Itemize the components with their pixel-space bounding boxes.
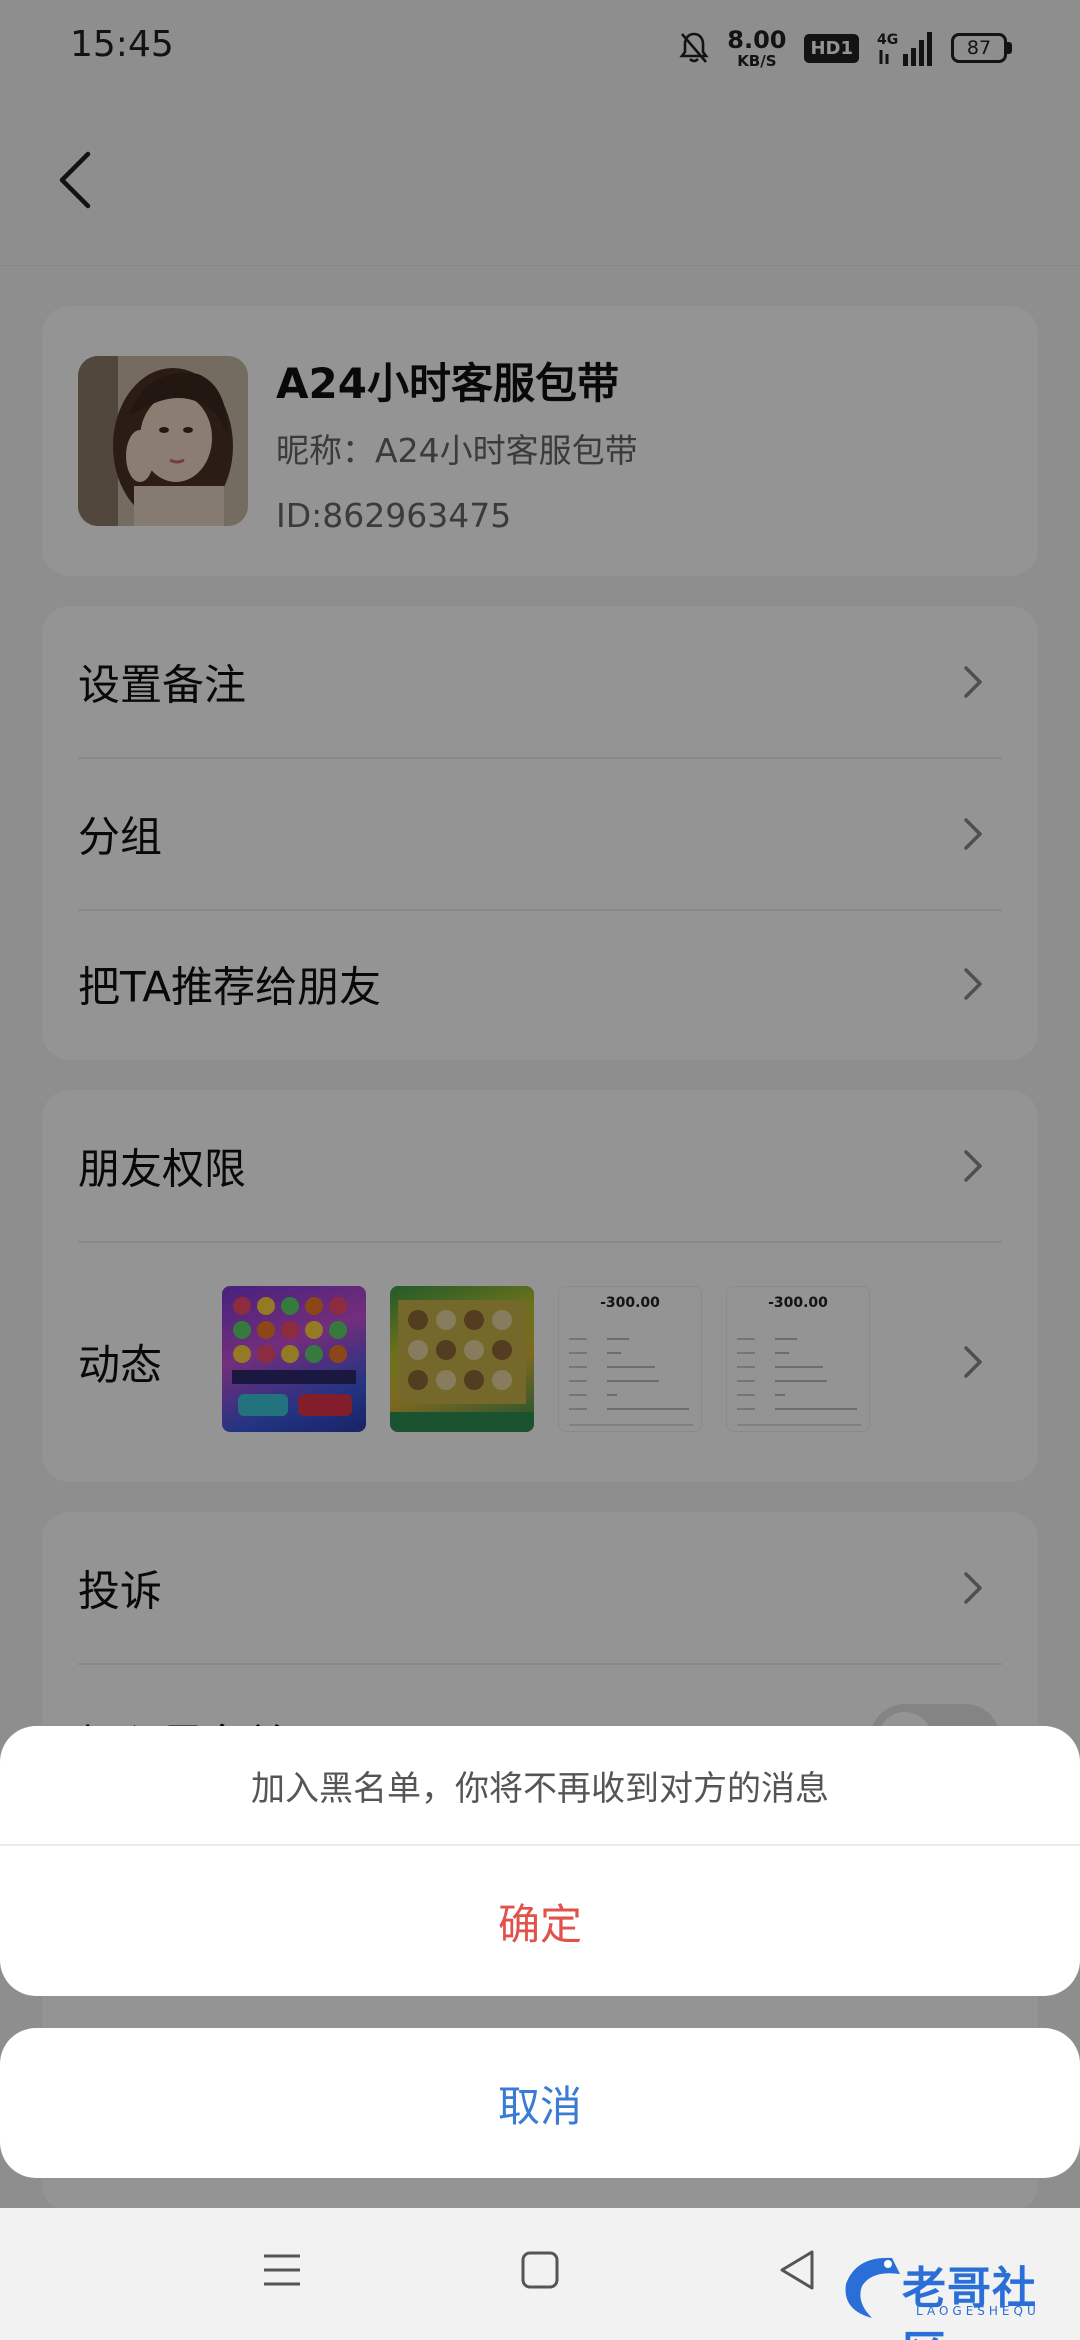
- home-square-icon[interactable]: [520, 2248, 560, 2292]
- menu-icon[interactable]: [262, 2248, 302, 2292]
- action-sheet-message: 加入黑名单，你将不再收到对方的消息: [0, 1726, 1080, 1846]
- watermark-text: 老哥社区: [902, 2263, 1037, 2340]
- back-triangle-icon[interactable]: [778, 2248, 818, 2292]
- system-nav-bar: 老哥社区 LAOGESHEQU: [0, 2208, 1080, 2340]
- watermark-subtext: LAOGESHEQU: [916, 2304, 1040, 2318]
- watermark-logo: 老哥社区 LAOGESHEQU: [836, 2244, 1066, 2340]
- cancel-button[interactable]: 取消: [0, 2028, 1080, 2178]
- action-sheet: 加入黑名单，你将不再收到对方的消息 确定: [0, 1726, 1080, 1996]
- confirm-button[interactable]: 确定: [0, 1846, 1080, 1996]
